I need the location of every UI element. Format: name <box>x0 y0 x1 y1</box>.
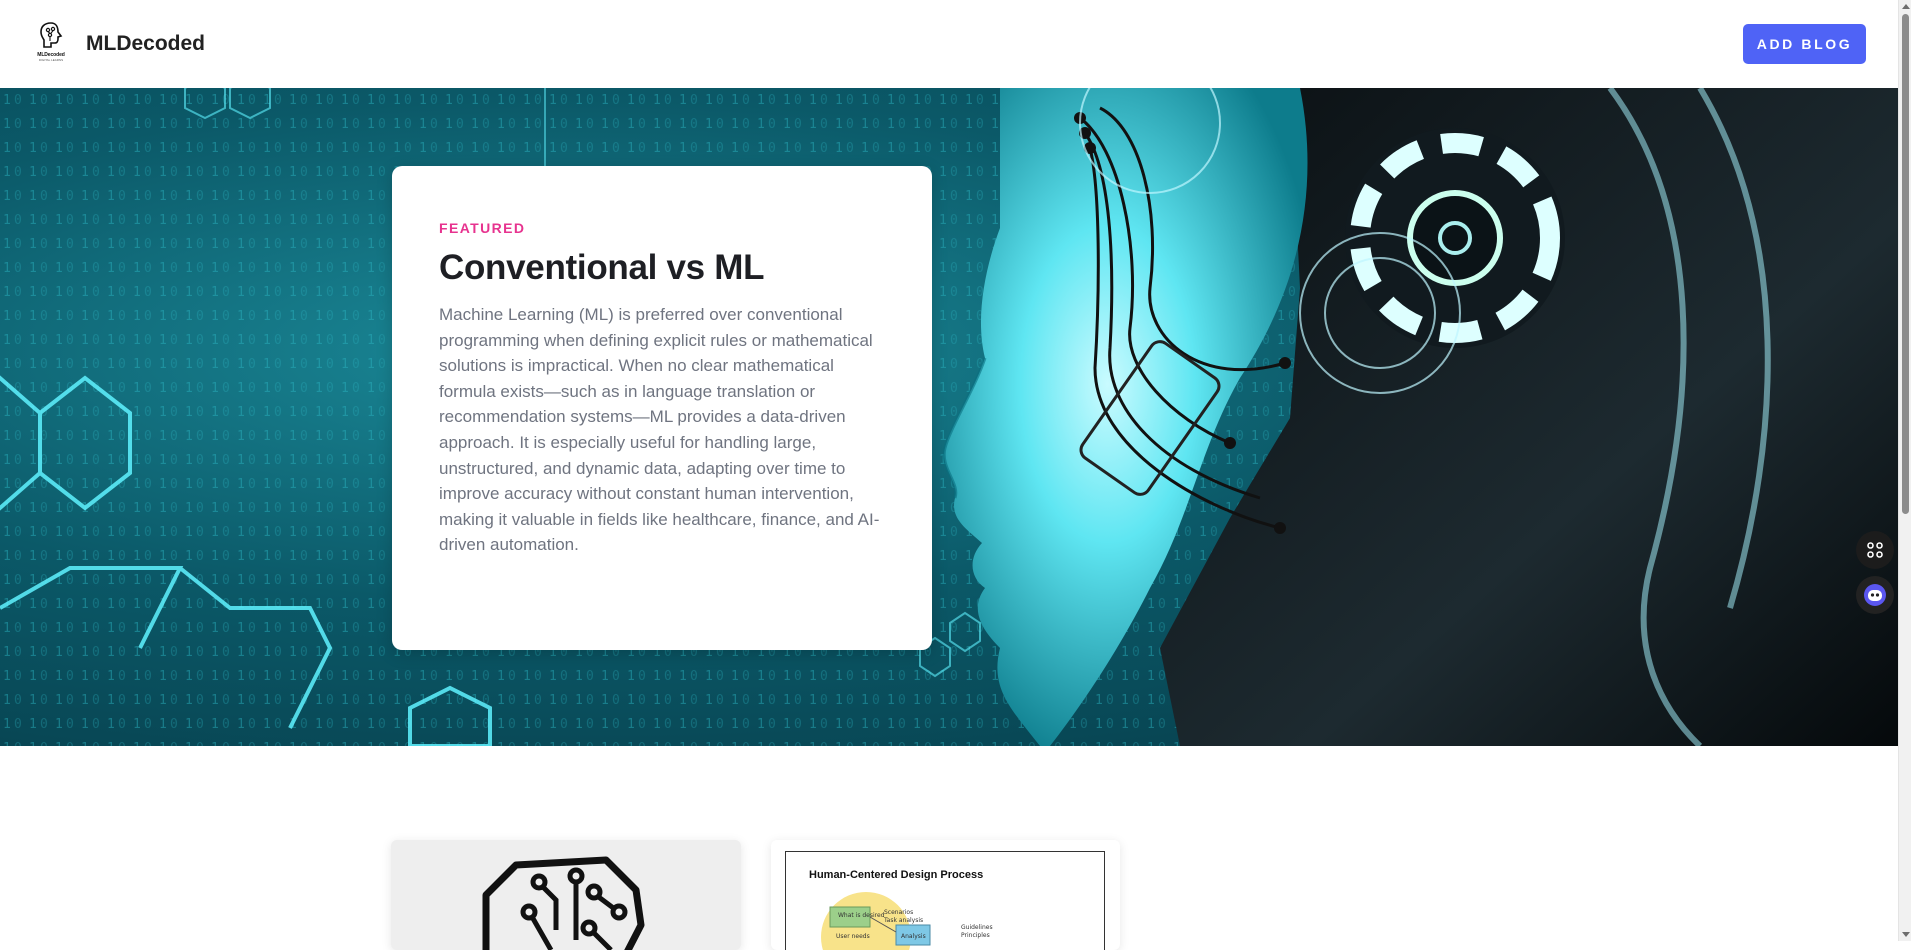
brand[interactable]: MLDecoded DIGITAL LEARNS MLDecoded <box>36 21 205 67</box>
featured-title[interactable]: Conventional vs ML <box>439 248 884 288</box>
brain-logo-icon[interactable]: MLDecoded DIGITAL LEARNS <box>36 21 66 67</box>
diagram-label: Analysis <box>901 933 926 940</box>
page-scrollbar[interactable] <box>1898 0 1911 941</box>
design-process-diagram: Human-Centered Design Process What is de… <box>785 851 1105 950</box>
apps-grid-icon[interactable] <box>1856 531 1894 569</box>
diagram-label: Task analysis <box>883 917 923 924</box>
diagram-label: Principles <box>961 932 990 939</box>
diagram-label: What is desired <box>838 912 885 919</box>
circuit-brain-icon <box>482 856 645 950</box>
post-card[interactable]: Human-Centered Design Process What is de… <box>771 840 1120 950</box>
diagram-label: Guidelines <box>961 924 993 931</box>
diagram-label: Scenarios <box>884 909 913 916</box>
hero-background-image: 1 0 <box>0 88 1898 746</box>
featured-excerpt: Machine Learning (ML) is preferred over … <box>439 305 880 555</box>
hero-banner: 1 0 <box>0 88 1898 746</box>
assistant-bot-icon[interactable] <box>1856 576 1894 614</box>
scroll-up-icon[interactable] <box>1902 4 1910 9</box>
brand-name[interactable]: MLDecoded <box>86 32 205 56</box>
scroll-thumb[interactable] <box>1902 14 1909 514</box>
featured-label: FEATURED <box>439 220 526 236</box>
scroll-down-icon[interactable] <box>1902 932 1910 937</box>
featured-post-card[interactable]: FEATURED Conventional vs ML Machine Lear… <box>392 166 932 650</box>
logo-subtext: DIGITAL LEARNS <box>38 58 64 62</box>
diagram-label: User needs <box>836 933 870 940</box>
post-card[interactable] <box>391 840 741 950</box>
site-header: MLDecoded DIGITAL LEARNS MLDecoded ADD B… <box>0 0 1898 88</box>
add-blog-button[interactable]: ADD BLOG <box>1743 24 1866 64</box>
